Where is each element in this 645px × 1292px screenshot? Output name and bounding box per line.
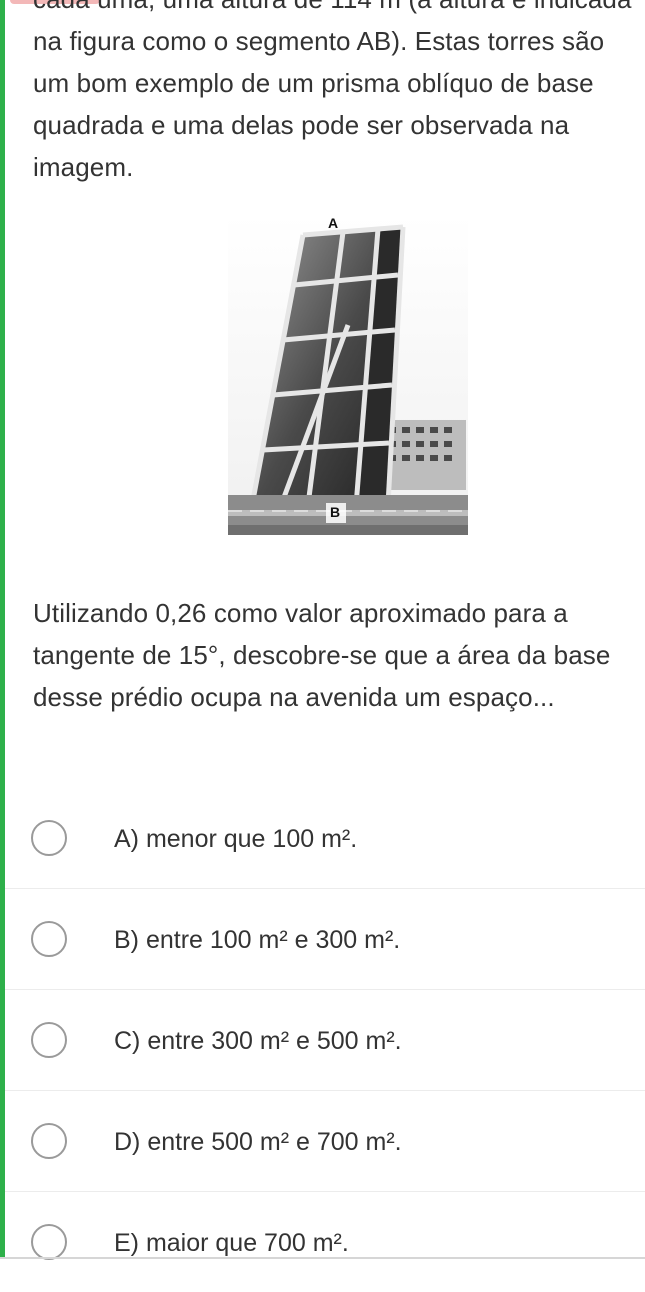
option-e[interactable]: E) maior que 700 m². <box>5 1192 645 1292</box>
bottom-divider <box>0 1257 645 1259</box>
option-c[interactable]: C) entre 300 m² e 500 m². <box>5 990 645 1091</box>
option-label: B) entre 100 m² e 300 m². <box>114 926 401 954</box>
option-label: A) menor que 100 m². <box>114 825 358 853</box>
option-label: E) maior que 700 m². <box>114 1229 349 1257</box>
radio-icon[interactable] <box>31 1224 67 1260</box>
intro-paragraph: cada uma, uma altura de 114 m (a altura … <box>33 0 631 182</box>
question-paragraph: Utilizando 0,26 como valor aproximado pa… <box>33 598 611 712</box>
answer-options: A) menor que 100 m². B) entre 100 m² e 3… <box>5 788 645 1292</box>
building-figure: A B <box>228 215 468 535</box>
radio-icon[interactable] <box>31 820 67 856</box>
radio-icon[interactable] <box>31 1022 67 1058</box>
building-image <box>228 215 468 535</box>
option-label: C) entre 300 m² e 500 m². <box>114 1027 402 1055</box>
figure-label-b: B <box>330 504 341 520</box>
radio-icon[interactable] <box>31 1123 67 1159</box>
option-d[interactable]: D) entre 500 m² e 700 m². <box>5 1091 645 1192</box>
option-label: D) entre 500 m² e 700 m². <box>114 1128 402 1156</box>
figure-label-a: A <box>328 215 339 231</box>
radio-icon[interactable] <box>31 921 67 957</box>
option-b[interactable]: B) entre 100 m² e 300 m². <box>5 889 645 990</box>
option-a[interactable]: A) menor que 100 m². <box>5 788 645 889</box>
